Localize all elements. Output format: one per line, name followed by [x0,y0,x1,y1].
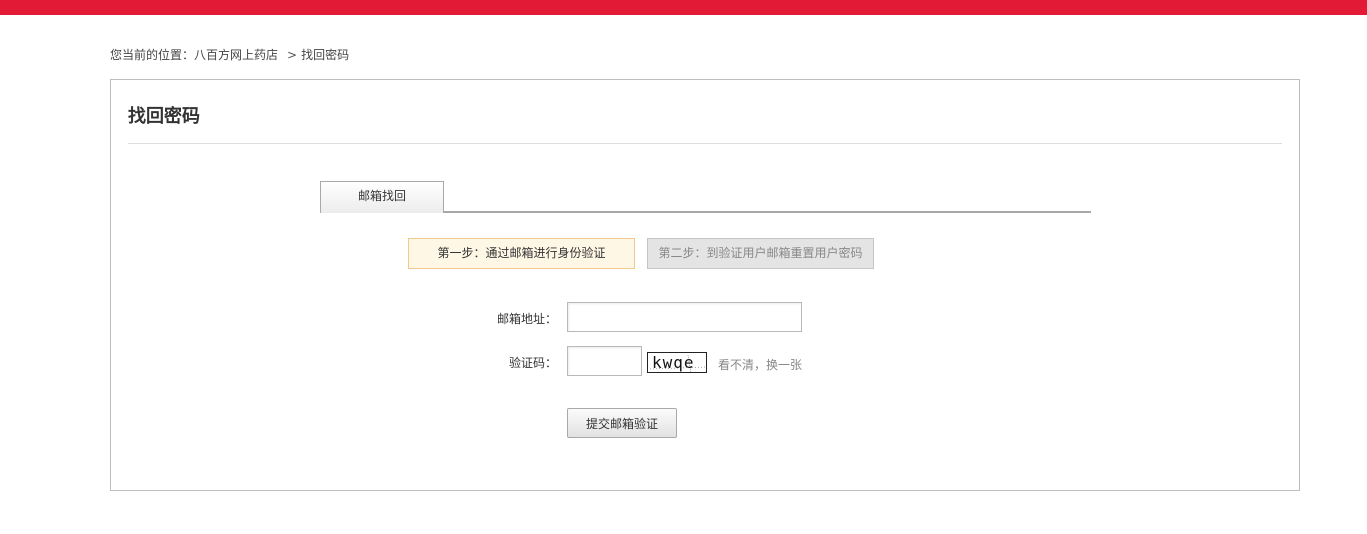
step-2-indicator: 第二步：到验证用户邮箱重置用户密码 [647,238,874,269]
breadcrumb-separator: > [287,48,298,62]
title-divider [128,143,1282,144]
captcha-input[interactable] [567,346,642,376]
email-field[interactable] [567,302,802,332]
breadcrumb-current: 找回密码 [301,48,350,62]
step-1-indicator: 第一步：通过邮箱进行身份验证 [408,238,635,269]
captcha-label: 验证码： [508,356,557,370]
page-title: 找回密码 [128,106,200,127]
breadcrumb-prefix: 您当前的位置： [110,48,195,62]
breadcrumb-home-link[interactable]: 八百方网上药店 [194,48,278,62]
email-label: 邮箱地址： [496,312,557,326]
recovery-tabs: 邮箱找回 [320,181,1091,213]
breadcrumb: 您当前的位置：八百方网上药店 > 找回密码 [110,46,349,63]
submit-email-verification-button[interactable]: 提交邮箱验证 [567,408,677,438]
recover-password-panel: 找回密码 邮箱找回 第一步：通过邮箱进行身份验证 第二步：到验证用户邮箱重置用户… [110,79,1300,491]
top-nav-bar [0,0,1367,15]
captcha-text: kwqe [652,353,695,372]
refresh-captcha-link[interactable]: 看不清，换一张 [718,356,802,373]
captcha-image[interactable]: kwqe [647,352,707,373]
tab-email-recovery[interactable]: 邮箱找回 [320,181,444,213]
